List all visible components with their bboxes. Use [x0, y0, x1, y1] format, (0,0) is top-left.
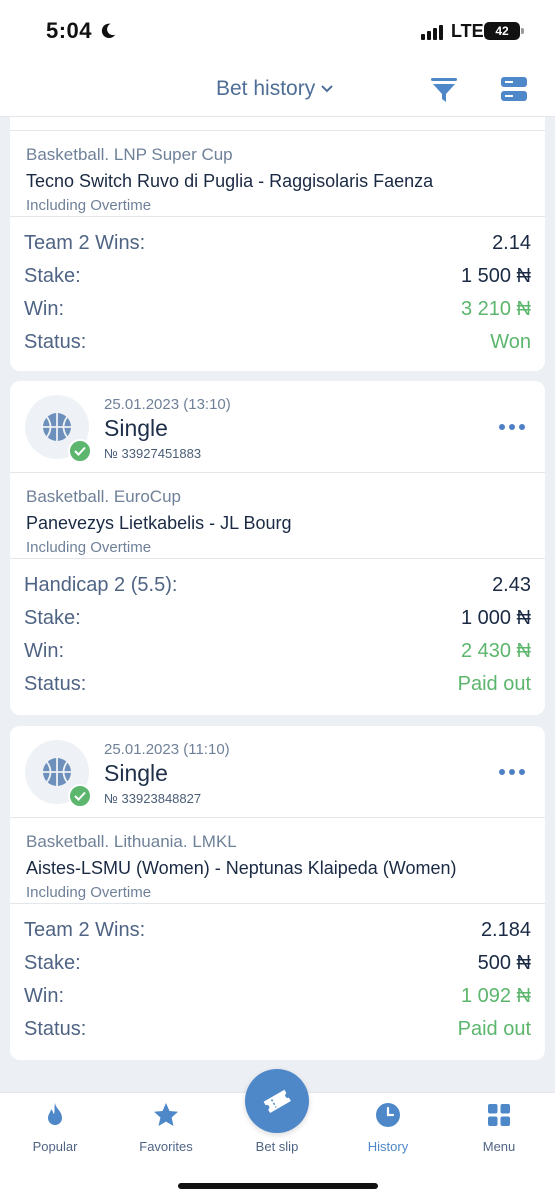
- overtime-note: Including Overtime: [26, 884, 152, 901]
- star-icon: [154, 1103, 178, 1126]
- signal-icon: [421, 24, 443, 40]
- odds-label: Team 2 Wins:: [24, 232, 146, 254]
- nav-favorites[interactable]: Favorites: [116, 1101, 216, 1154]
- nav-history[interactable]: History: [338, 1101, 438, 1154]
- stake-value: 1 500 ₦: [460, 265, 531, 287]
- win-value: 1 092 ₦: [460, 985, 531, 1007]
- event-info: Basketball. LNP Super Cup Tecno Switch R…: [10, 131, 545, 217]
- league-label: Basketball. EuroCup: [26, 487, 181, 506]
- nav-history-label: History: [367, 1139, 409, 1154]
- status-label: Status:: [24, 331, 87, 353]
- bet-header: 25.01.2023 (11:10) Single № 33923848827: [10, 726, 545, 818]
- status-bar: 5:04 LTE 42: [0, 0, 555, 62]
- basketball-icon: [43, 758, 71, 786]
- event-info: Basketball. EuroCup Panevezys Lietkabeli…: [10, 473, 545, 559]
- battery-tip: [521, 28, 524, 34]
- bet-list[interactable]: Basketball. LNP Super Cup Tecno Switch R…: [0, 117, 555, 1092]
- odds-value: 2.43: [492, 574, 531, 596]
- clock-icon: [376, 1103, 400, 1127]
- nav-popular-label: Popular: [32, 1139, 78, 1154]
- stake-label: Stake:: [24, 265, 81, 287]
- bet-date: 25.01.2023 (11:10): [104, 741, 230, 758]
- bet-card[interactable]: 25.01.2023 (11:10) Single № 33923848827 …: [10, 726, 545, 1060]
- ticket-icon: [263, 1089, 291, 1114]
- more-options-icon[interactable]: [498, 419, 526, 435]
- bet-date: 25.01.2023 (13:10): [104, 396, 231, 413]
- nav-popular[interactable]: Popular: [5, 1101, 105, 1154]
- bet-history-dropdown[interactable]: Bet history: [216, 77, 333, 101]
- status-label: Status:: [24, 1018, 87, 1040]
- event-info: Basketball. Lithuania. LMKL Aistes-LSMU …: [10, 818, 545, 904]
- win-label: Win:: [24, 298, 64, 320]
- stake-value: 1 000 ₦: [460, 607, 531, 629]
- filter-icon[interactable]: [427, 72, 461, 106]
- odds-label: Team 2 Wins:: [24, 919, 146, 941]
- bet-details: Handicap 2 (5.5): 2.43 Stake: 1 000 ₦ Win:…: [10, 559, 545, 701]
- moon-icon: [101, 23, 116, 39]
- bet-header: 25.01.2023 (13:10) Single № 33927451883: [10, 381, 545, 473]
- header: Bet history: [0, 62, 555, 117]
- odds-value: 2.184: [480, 919, 531, 941]
- nav-menu-label: Menu: [482, 1139, 516, 1154]
- battery-icon: 42: [484, 22, 520, 40]
- win-value: 3 210 ₦: [460, 298, 531, 320]
- stake-value: 500 ₦: [477, 952, 531, 974]
- check-icon: [68, 439, 92, 463]
- check-icon: [68, 784, 92, 808]
- nav-bet-slip-label: Bet slip: [255, 1139, 299, 1154]
- chevron-down-icon: [321, 85, 333, 93]
- bet-card[interactable]: Basketball. LNP Super Cup Tecno Switch R…: [10, 117, 545, 371]
- bet-card[interactable]: 25.01.2023 (13:10) Single № 33927451883 …: [10, 381, 545, 715]
- bottom-nav: Popular Favorites Bet slip History Menu: [0, 1069, 555, 1200]
- win-label: Win:: [24, 985, 64, 1007]
- status-time: 5:04: [46, 18, 93, 43]
- teams-label: Panevezys Lietkabelis - JL Bourg: [26, 513, 292, 533]
- league-label: Basketball. LNP Super Cup: [26, 145, 233, 164]
- stake-label: Stake:: [24, 952, 81, 974]
- home-indicator: [178, 1183, 378, 1189]
- grid-icon: [488, 1104, 510, 1126]
- nav-favorites-label: Favorites: [139, 1139, 193, 1154]
- status-value: Paid out: [457, 673, 531, 695]
- bet-type: Single: [104, 415, 168, 441]
- basketball-icon: [43, 413, 71, 441]
- nav-menu[interactable]: Menu: [449, 1101, 549, 1154]
- win-value: 2 430 ₦: [460, 640, 531, 662]
- stake-label: Stake:: [24, 607, 81, 629]
- win-label: Win:: [24, 640, 64, 662]
- bet-slip-button[interactable]: [245, 1069, 309, 1133]
- status-label: Status:: [24, 673, 87, 695]
- status-value: Won: [490, 331, 531, 353]
- status-value: Paid out: [457, 1018, 531, 1040]
- bet-details: Team 2 Wins: 2.14 Stake: 1 500 ₦ Win: 3 210…: [10, 217, 545, 359]
- league-label: Basketball. Lithuania. LMKL: [26, 832, 237, 851]
- odds-label: Handicap 2 (5.5):: [24, 574, 178, 596]
- overtime-note: Including Overtime: [26, 197, 152, 214]
- teams-label: Aistes-LSMU (Women) - Neptunas Klaipeda …: [26, 858, 457, 878]
- teams-label: Tecno Switch Ruvo di Puglia - Raggisolar…: [26, 171, 434, 191]
- network-label: LTE: [451, 21, 484, 41]
- overtime-note: Including Overtime: [26, 539, 152, 556]
- flame-icon: [48, 1103, 62, 1125]
- bet-number: № 33923848827: [104, 791, 202, 806]
- page-title: Bet history: [216, 77, 316, 100]
- view-toggle-icon[interactable]: [497, 72, 531, 106]
- more-options-icon[interactable]: [498, 764, 526, 780]
- odds-value: 2.14: [492, 232, 531, 254]
- bet-details: Team 2 Wins: 2.184 Stake: 500 ₦ Win: 1 092 …: [10, 904, 545, 1046]
- bet-type: Single: [104, 760, 168, 786]
- bet-number: № 33927451883: [104, 446, 202, 461]
